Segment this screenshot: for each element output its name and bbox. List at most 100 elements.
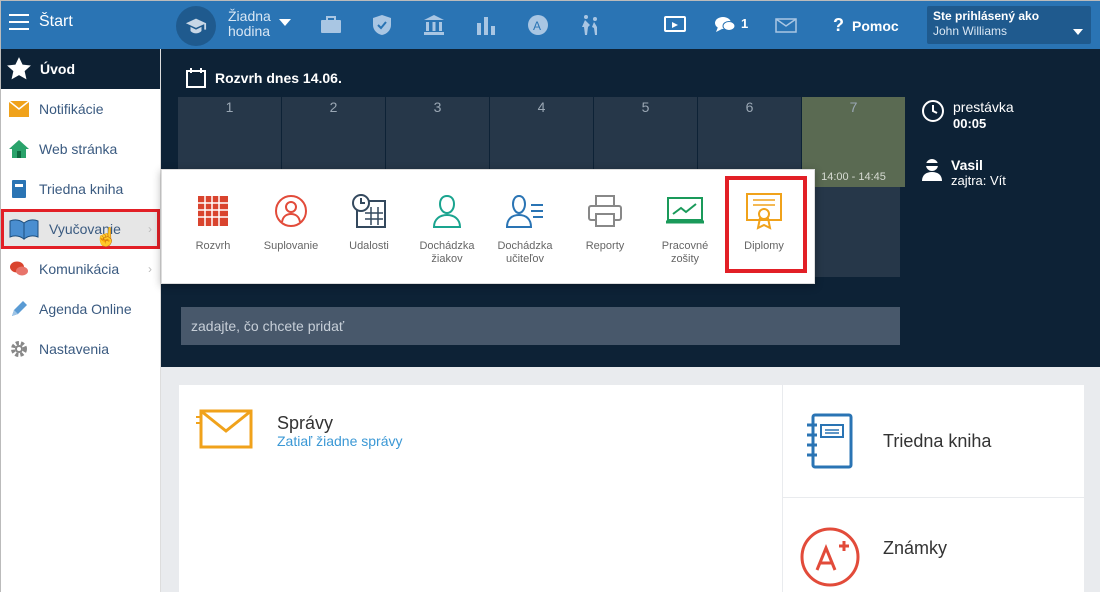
user-caption: Ste prihlásený ako [933, 9, 1040, 23]
submenu-reporty[interactable]: Reporty [567, 192, 643, 253]
sidebar-item-label: Nastavenia [39, 341, 110, 357]
envelope-icon [9, 99, 29, 119]
break-label: prestávka [953, 99, 1014, 115]
sidebar-item-label: Triedna kniha [39, 181, 124, 197]
grade-icon[interactable]: A [526, 13, 550, 37]
sidebar-item-label: Web stránka [39, 141, 118, 157]
add-input[interactable]: zadajte, čo chcete pridať [181, 307, 900, 345]
graduation-cap-icon[interactable] [176, 6, 216, 46]
chevron-down-icon[interactable] [279, 19, 291, 26]
bar-chart-icon[interactable] [474, 13, 498, 37]
class-book-title: Triedna kniha [883, 431, 992, 451]
messages-card[interactable]: Správy Zatiaľ žiadne správy [179, 385, 782, 592]
sidebar-item-agenda-online[interactable]: Agenda Online [1, 289, 160, 329]
clock-calendar-icon [331, 192, 407, 230]
briefcase-icon[interactable] [319, 13, 343, 37]
lesson-line1: Žiadna [228, 8, 271, 24]
star-icon [7, 57, 31, 80]
question-icon: ? [833, 15, 844, 35]
student-icon [409, 192, 485, 230]
schedule-title[interactable]: Rozvrh dnes 14.06. [185, 67, 342, 89]
person-icon [922, 159, 942, 181]
period-number: 1 [225, 99, 234, 115]
lesson-selector[interactable]: Žiadna hodina [228, 9, 271, 39]
submenu-label: Rozvrh [195, 240, 231, 252]
printer-icon [567, 192, 643, 230]
start-label: Štart [39, 13, 73, 30]
hamburger-icon [9, 14, 29, 30]
bank-icon[interactable] [422, 13, 446, 37]
class-book-card[interactable]: Triedna kniha [783, 385, 1084, 497]
submenu-label: Pracovné zošity [661, 240, 709, 265]
clock-icon [922, 100, 944, 122]
svg-text:A: A [533, 19, 541, 33]
chevron-down-icon [1073, 29, 1083, 35]
message-count-badge[interactable]: 1 [741, 16, 748, 31]
period-number: 4 [537, 99, 546, 115]
person-swap-icon [253, 192, 329, 230]
sidebar-item-triedna-kniha[interactable]: Triedna kniha [1, 169, 160, 209]
highlight-box [725, 176, 807, 273]
walking-people-icon[interactable] [578, 13, 602, 37]
help-label: Pomoc [852, 17, 899, 34]
chat-icon [9, 259, 29, 279]
teaching-submenu: Rozvrh Suplovanie Udalosti Dochádzka žia… [161, 169, 815, 284]
sidebar-item-label: Úvod [40, 61, 75, 77]
submenu-rozvrh[interactable]: Rozvrh [175, 192, 251, 253]
period-number: 5 [641, 99, 650, 115]
next-teacher-sub: zajtra: Vít [951, 173, 1006, 188]
sidebar: Úvod Notifikácie Web stránka Triedna kni… [1, 49, 161, 592]
grades-card[interactable]: Známky [783, 498, 1084, 592]
period-number: 2 [329, 99, 338, 115]
submenu-label: Udalosti [349, 240, 389, 252]
period-number: 6 [745, 99, 754, 115]
submenu-label: Reporty [585, 240, 625, 252]
calendar-icon [186, 68, 206, 88]
messages-subtitle[interactable]: Zatiaľ žiadne správy [277, 433, 402, 449]
next-teacher-info: Vasil zajtra: Vít [921, 157, 1006, 188]
sidebar-item-label: Agenda Online [39, 301, 132, 317]
top-bar: Štart Žiadna hodina A 1 ? Pomoc Ste prihl… [1, 1, 1100, 49]
chevron-right-icon: › [148, 262, 152, 276]
sidebar-item-nastavenia[interactable]: Nastavenia [1, 329, 160, 369]
period-cell-current[interactable]: 7 14:00 - 14:45 [802, 97, 905, 187]
schedule-title-text: Rozvrh dnes 14.06. [215, 70, 342, 86]
shield-icon[interactable] [370, 13, 394, 37]
user-name: John Williams [933, 24, 1008, 38]
teacher-icon [487, 192, 563, 230]
submenu-label: Dochádzka žiakov [419, 240, 475, 265]
dashboard: Správy Zatiaľ žiadne správy Triedna knih… [161, 367, 1100, 592]
help-button[interactable]: ? Pomoc [833, 15, 899, 36]
envelope-icon [196, 409, 253, 449]
submenu-dochadzka-ucitelov[interactable]: Dochádzka učiteľov [487, 192, 563, 266]
period-number: 3 [433, 99, 442, 115]
submenu-label: Suplovanie [263, 240, 319, 252]
sidebar-item-vyucovanie[interactable]: Vyučovanie › ☝ [1, 209, 160, 249]
submenu-dochadzka-ziakov[interactable]: Dochádzka žiakov [409, 192, 485, 266]
lesson-line2: hodina [228, 23, 271, 39]
sidebar-item-uvod[interactable]: Úvod [1, 49, 160, 89]
submenu-udalosti[interactable]: Udalosti [331, 192, 407, 253]
cast-screen-icon[interactable] [663, 13, 687, 37]
user-menu[interactable]: Ste prihlásený ako John Williams [927, 6, 1091, 44]
chat-icon[interactable] [713, 13, 737, 37]
house-icon [9, 139, 29, 159]
mail-icon[interactable] [774, 13, 798, 37]
submenu-pracovne-zosity[interactable]: Pracovné zošity [647, 192, 723, 266]
board-icon [647, 192, 723, 230]
grade-a-plus-icon [800, 527, 860, 587]
pencil-icon [9, 299, 29, 319]
break-info: prestávka 00:05 [921, 99, 1014, 131]
cursor-hand-icon: ☝ [95, 227, 118, 247]
sidebar-item-komunikacia[interactable]: Komunikácia › [1, 249, 160, 289]
start-menu-button[interactable]: Štart [9, 13, 73, 31]
sidebar-item-notifikacie[interactable]: Notifikácie [1, 89, 160, 129]
period-cell-extra [800, 187, 900, 277]
break-time: 00:05 [953, 116, 987, 131]
next-teacher-name: Vasil [951, 157, 983, 173]
book-icon [9, 179, 29, 199]
gear-icon [9, 339, 29, 359]
grid-calendar-icon [175, 192, 251, 230]
sidebar-item-web-stranka[interactable]: Web stránka [1, 129, 160, 169]
submenu-suplovanie[interactable]: Suplovanie [253, 192, 329, 253]
